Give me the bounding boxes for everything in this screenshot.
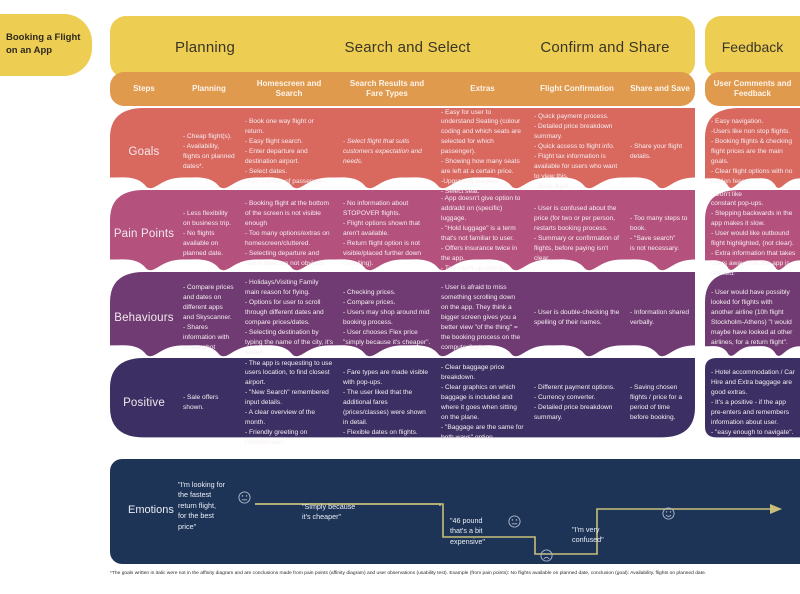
lane-positive: Positive - Sale offers shown. - The app is… bbox=[110, 358, 695, 448]
step-extras: Extras bbox=[470, 84, 495, 93]
feedback-lane-goals: - Easy navigation. -Users like non stop … bbox=[705, 108, 800, 196]
feedback-column: - Easy navigation. -Users like non stop … bbox=[705, 108, 800, 448]
happy-face-icon bbox=[662, 507, 675, 520]
cell-pain-points-0: - Less flexibility on business trip. - N… bbox=[183, 210, 232, 257]
cell-pain-points-3: - App doesn't give option to add/add on … bbox=[441, 195, 521, 272]
cell-goals-4: - Quick payment process. - Detailed pric… bbox=[534, 113, 618, 190]
steps-band: Steps Planning Homescreen and Search Search… bbox=[110, 72, 695, 106]
swimlanes: Goals - Cheap flight(s). - Availability, … bbox=[110, 108, 695, 448]
cell-behaviours-3: - User is afraid to miss something scrol… bbox=[441, 284, 521, 351]
cell-positive-5: - Saving chosen flights / price for a pe… bbox=[630, 384, 683, 421]
feedback-cell-pain-points: - Don't like constant pop-ups. - Steppin… bbox=[711, 190, 796, 277]
cell-behaviours-5: - Information shared verbally. bbox=[630, 309, 690, 326]
lane-label-behaviours: Behaviours bbox=[114, 312, 174, 324]
neutral-face-icon bbox=[508, 515, 521, 528]
feedback-cell-behaviours: - User would have possibly looked for fl… bbox=[711, 289, 793, 346]
step-search-results-and-fare-types: Search Results and Fare Types bbox=[349, 79, 425, 98]
cell-goals-1: - Book one way flight or return. - Easy … bbox=[245, 118, 329, 185]
lane-label-goals: Goals bbox=[128, 146, 160, 158]
cell-pain-points-5: - Too many steps to book. - "Save search… bbox=[630, 215, 688, 252]
lane-label-positive: Positive bbox=[123, 397, 165, 409]
journey-map-canvas: Booking a Flight on an App Planning Searc… bbox=[0, 0, 800, 594]
emotion-quote-0: "I'm looking for the fastest return flig… bbox=[178, 480, 226, 531]
lane-pain-points: Pain Points - Less flexibility on busines… bbox=[110, 190, 695, 278]
feedback-cell-goals: - Easy navigation. -Users like non stop … bbox=[711, 118, 793, 185]
cell-pain-points-4: - User is confused about the price (for … bbox=[534, 205, 620, 262]
step-steps: Steps bbox=[133, 84, 155, 93]
cell-behaviours-2: - Checking prices. - Compare prices. - U… bbox=[343, 289, 431, 346]
emotion-quote-3: "I'm very confused" bbox=[572, 525, 604, 545]
step-user-comments-and-feedback: User Comments and Feedback bbox=[705, 72, 800, 106]
step-flight-confirmation: Flight Confirmation bbox=[540, 84, 614, 93]
feedback-cell-positive: - Hotel accommodation / Car Hire and Ext… bbox=[711, 369, 795, 436]
phase-confirm-and-share: Confirm and Share bbox=[540, 38, 670, 56]
phase-search-and-select: Search and Select bbox=[344, 38, 471, 56]
cell-pain-points-2: - No information about STOPOVER flights.… bbox=[343, 200, 422, 267]
emotion-quote-2: "46 pound that's a bit expensive" bbox=[450, 516, 485, 546]
feedback-lane-positive: - Hotel accommodation / Car Hire and Ext… bbox=[705, 358, 800, 448]
sad-face-icon bbox=[540, 549, 553, 562]
cell-goals-3: - Easy for user to understand Seating (c… bbox=[441, 108, 521, 195]
cell-positive-2: - Fare types are made visible with pop-u… bbox=[343, 369, 429, 436]
page-title: Booking a Flight on an App bbox=[6, 32, 81, 56]
phase-planning: Planning bbox=[175, 38, 235, 56]
cell-pain-points-1: - Booking flight at the bottom of the sc… bbox=[245, 200, 330, 267]
footnote: *The goals written in italic were not in… bbox=[110, 571, 707, 576]
phase-header-band: Planning Search and Select Confirm and Sha… bbox=[110, 16, 695, 78]
feedback-lane-pain-points: - Don't like constant pop-ups. - Steppin… bbox=[705, 190, 800, 278]
emotions-label: Emotions bbox=[128, 504, 174, 516]
lane-label-pain-points: Pain Points bbox=[113, 228, 175, 240]
feedback-lane-behaviours: - User would have possibly looked for fl… bbox=[705, 272, 800, 364]
cell-behaviours-0: - Compare prices and dates on different … bbox=[183, 284, 234, 351]
emotions-panel: Emotions "I'm looking for the fastest re… bbox=[110, 459, 800, 564]
step-homescreen-and-search: Homescreen and Search bbox=[256, 79, 322, 98]
step-planning: Planning bbox=[192, 84, 226, 93]
cell-goals-0: - Cheap flight(s). - Availability, fligh… bbox=[183, 133, 235, 170]
cell-goals-5: - Share your flight details. bbox=[630, 143, 683, 160]
cell-behaviours-4: - User is double-checking the spelling o… bbox=[534, 309, 620, 326]
step-share-and-save: Share and Save bbox=[630, 84, 690, 93]
cell-positive-1: - The app is requesting to use users loc… bbox=[245, 359, 333, 446]
phase-feedback: Feedback bbox=[705, 16, 800, 78]
cell-behaviours-1: - Holidays/Visiting Family main reason f… bbox=[245, 279, 333, 356]
cell-positive-3: - Clear baggage price breakdown. - Clear… bbox=[441, 364, 524, 441]
map-title-pill: Booking a Flight on an App bbox=[0, 14, 92, 76]
lane-behaviours: Behaviours - Compare prices and dates on … bbox=[110, 272, 695, 364]
neutral-face-icon bbox=[238, 491, 251, 504]
cell-positive-4: - Different payment options. - Currency … bbox=[534, 384, 615, 421]
cell-positive-0: - Sale offers shown. bbox=[183, 394, 219, 411]
cell-goals-2: - Select flight that suits customers exp… bbox=[343, 138, 422, 165]
lane-goals: Goals - Cheap flight(s). - Availability, … bbox=[110, 108, 695, 196]
emotion-quote-1: "Simply because it's cheaper" bbox=[302, 502, 356, 522]
